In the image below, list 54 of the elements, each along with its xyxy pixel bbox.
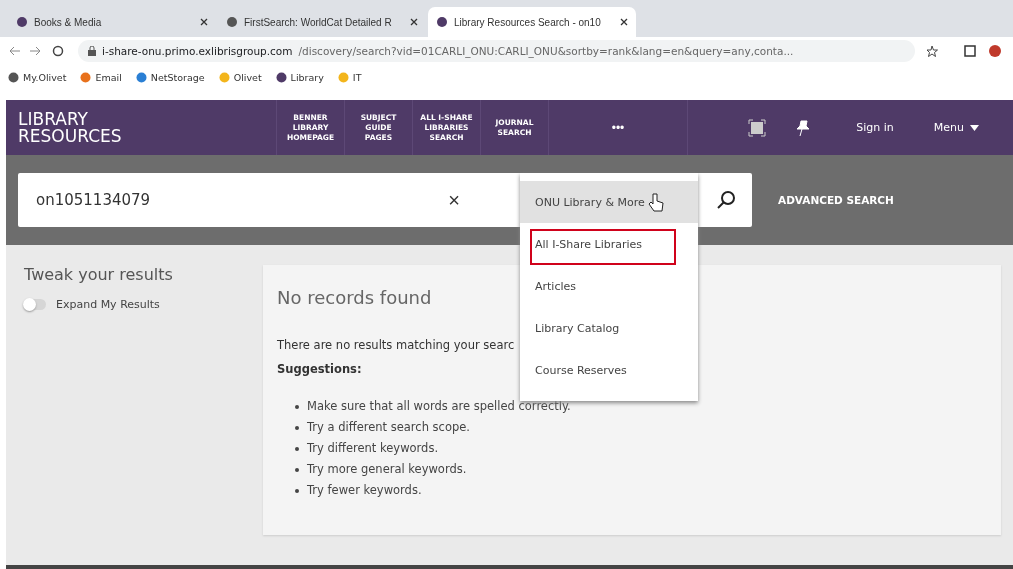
bullet-icon (295, 447, 299, 451)
hand-cursor-icon (648, 193, 664, 213)
results-message: There are no results matching your searc (277, 338, 515, 352)
close-icon[interactable] (410, 18, 418, 26)
bookmark-icon (8, 71, 19, 83)
scope-option[interactable]: ONU Library & More (520, 181, 698, 223)
scope-option[interactable]: All I-Share Libraries (520, 223, 698, 265)
library-resources-logo[interactable]: LIBRARY RESOURCES (6, 110, 276, 145)
bookmark-link[interactable]: NetStorage (135, 71, 205, 83)
bookmark-link[interactable]: IT (337, 71, 362, 83)
suggestion-text: Make sure that all words are spelled correctly. (307, 398, 571, 415)
advanced-search-link[interactable]: ADVANCED SEARCH (772, 193, 900, 207)
close-icon[interactable] (620, 18, 628, 26)
browser-tab[interactable]: FirstSearch: WorldCat Detailed R (218, 7, 426, 37)
clear-button[interactable]: × (442, 187, 466, 213)
expand-toggle[interactable] (24, 299, 46, 310)
results-title: No records found (277, 287, 433, 308)
bullet-icon (295, 405, 299, 409)
bookmark-icon (275, 71, 287, 83)
tab-favicon-icon (16, 16, 28, 28)
suggestion-text: Try fewer keywords. (307, 482, 422, 499)
bookmark-icon (218, 71, 230, 83)
suggestion-text: Try a different search scope. (307, 419, 470, 436)
caret-icon (970, 124, 979, 131)
bookmark-icon (337, 71, 349, 83)
bullet-icon (295, 489, 299, 493)
tab-favicon-icon (436, 16, 448, 28)
bookmark-link[interactable]: Library (275, 71, 324, 83)
qr-code-icon[interactable] (748, 118, 767, 137)
bookmark-icon (80, 71, 92, 83)
close-icon[interactable] (200, 18, 208, 26)
suggestion-text: Try more general keywords. (307, 461, 467, 478)
search-icon[interactable] (716, 190, 736, 210)
bullet-icon (295, 468, 299, 472)
lock-icon (88, 46, 96, 56)
suggestions-heading: Suggestions: (277, 362, 362, 376)
bookmark-link[interactable]: My.Olivet (8, 71, 67, 83)
bookmark-link[interactable]: Email (80, 71, 122, 83)
scope-option[interactable]: Course Reserves (520, 349, 698, 391)
scope-option[interactable]: Articles (520, 265, 698, 307)
bookmark-link[interactable]: Olivet (218, 71, 262, 83)
browser-tab[interactable]: Library Resources Search - on10 (428, 7, 636, 37)
scope-option[interactable]: Library Catalog (520, 307, 698, 349)
browser-tab[interactable]: Books & Media (8, 7, 216, 37)
pin-icon[interactable] (796, 119, 811, 136)
bullet-icon (295, 426, 299, 430)
sign-in-link[interactable]: Sign in (850, 120, 900, 135)
address-bar[interactable]: i-share-onu.primo.exlibrisgroup.com /discovery/search?vid=01CARLI_ONU:CARLI_ONU&sortby=rank&lang=en&query=any,conta... (78, 40, 915, 62)
toggle-label: Expand My Results (56, 298, 160, 311)
sidebar-title: Tweak your results (24, 265, 174, 284)
suggestion-text: Try different keywords. (307, 440, 439, 457)
menu-button[interactable]: Menu (927, 120, 985, 135)
bookmark-icon (135, 71, 147, 83)
tab-favicon-icon (226, 16, 238, 28)
